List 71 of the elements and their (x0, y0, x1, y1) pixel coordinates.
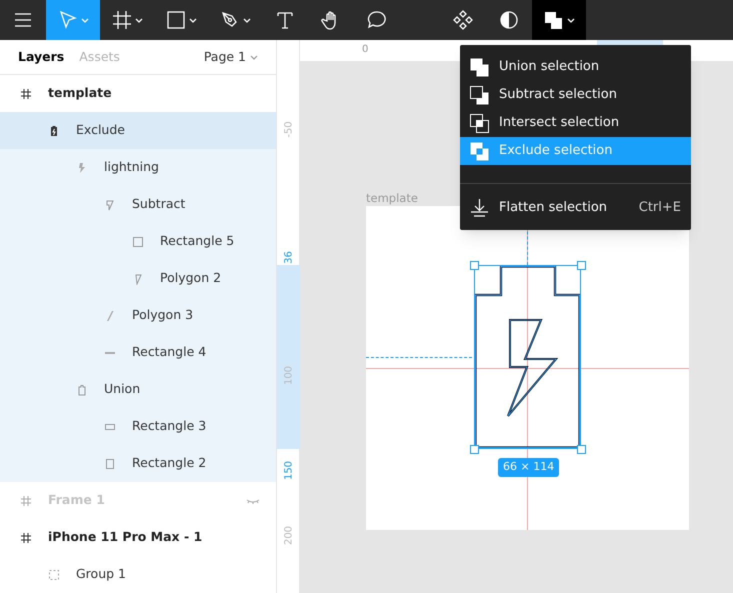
subtract-icon (470, 86, 489, 104)
layer-name: Rectangle 4 (132, 343, 206, 362)
ruler-label: -50 (282, 120, 296, 140)
square-icon (132, 236, 144, 248)
overlapping-squares-icon (544, 10, 564, 30)
layer-row[interactable]: Exclude (0, 112, 276, 149)
ruler-label: 36 (282, 250, 296, 266)
exclude-icon (470, 142, 489, 160)
menu-item[interactable]: Flatten selection Ctrl+E (460, 194, 691, 222)
page-selector[interactable]: Page 1 (204, 48, 258, 66)
layer-name: Rectangle 5 (160, 232, 234, 250)
polygon-icon (104, 198, 116, 210)
menu-item[interactable]: Subtract selection (460, 81, 691, 109)
caret-icon (134, 18, 142, 22)
caret-icon (566, 18, 574, 22)
ruler-label: 0 (362, 43, 368, 57)
rectangle-icon (104, 458, 116, 470)
ruler-label: 100 (282, 364, 296, 388)
menu-item[interactable]: Union selection (460, 53, 691, 81)
ruler-label: 150 (282, 460, 296, 482)
layer-name: Exclude (76, 121, 125, 140)
size-badge: 66 × 114 (498, 458, 560, 476)
layer-name: lightning (104, 158, 159, 176)
frame-icon (112, 10, 132, 30)
layer-row[interactable]: Union (0, 371, 276, 408)
hash-icon (20, 494, 32, 506)
speech-bubble-icon (367, 10, 387, 30)
layer-name: Subtract (132, 195, 186, 214)
caret-icon (80, 18, 88, 22)
component-icon (453, 10, 473, 30)
caret-icon (250, 54, 258, 60)
cursor-icon (58, 10, 78, 30)
layer-name: template (48, 84, 112, 102)
layer-name: Union (104, 380, 140, 398)
eye-closed-icon (246, 496, 260, 504)
layer-row[interactable]: Rectangle 4 (0, 334, 276, 371)
lightning-icon (76, 162, 88, 174)
hash-icon (20, 88, 32, 100)
tab[interactable]: Layers (18, 48, 64, 66)
layer-name: Polygon 2 (160, 269, 222, 288)
group-icon (48, 568, 60, 580)
union-icon (470, 58, 489, 76)
layer-name: Group 1 (76, 565, 126, 584)
intersect-icon (470, 114, 489, 132)
text-icon (275, 10, 295, 30)
layer-row[interactable]: Subtract (0, 186, 276, 223)
layer-row[interactable]: Polygon 2 (0, 260, 276, 297)
flatten-icon (470, 198, 489, 218)
layer-name: iPhone 11 Pro Max - 1 (48, 528, 202, 546)
layer-row[interactable]: lightning (0, 149, 276, 186)
layer-row[interactable]: Polygon 3 (0, 297, 276, 334)
layer-row[interactable]: Rectangle 5 (0, 223, 276, 260)
ruler-label: 200 (282, 524, 296, 548)
square-icon (166, 10, 186, 30)
layer-name: Rectangle 3 (132, 417, 206, 436)
layer-name: Polygon 3 (132, 306, 194, 324)
overlapping-squares-tool[interactable] (532, 0, 586, 40)
menu-item[interactable]: Intersect selection (460, 109, 691, 137)
battery-outline-icon (76, 384, 88, 396)
layer-name: Frame 1 (48, 491, 105, 510)
layer-row[interactable]: Rectangle 3 (0, 408, 276, 445)
layer-row[interactable]: Rectangle 2 (0, 445, 276, 482)
layer-name: Rectangle 2 (132, 454, 206, 472)
contrast-icon (499, 10, 519, 30)
shortcut-label: Ctrl+E (638, 199, 681, 218)
battery-icon (48, 124, 60, 136)
caret-icon (242, 18, 250, 22)
frame-label: template (366, 190, 418, 207)
slanted-line-icon (104, 310, 116, 322)
hash-icon (20, 532, 32, 544)
caret-icon (188, 18, 196, 22)
